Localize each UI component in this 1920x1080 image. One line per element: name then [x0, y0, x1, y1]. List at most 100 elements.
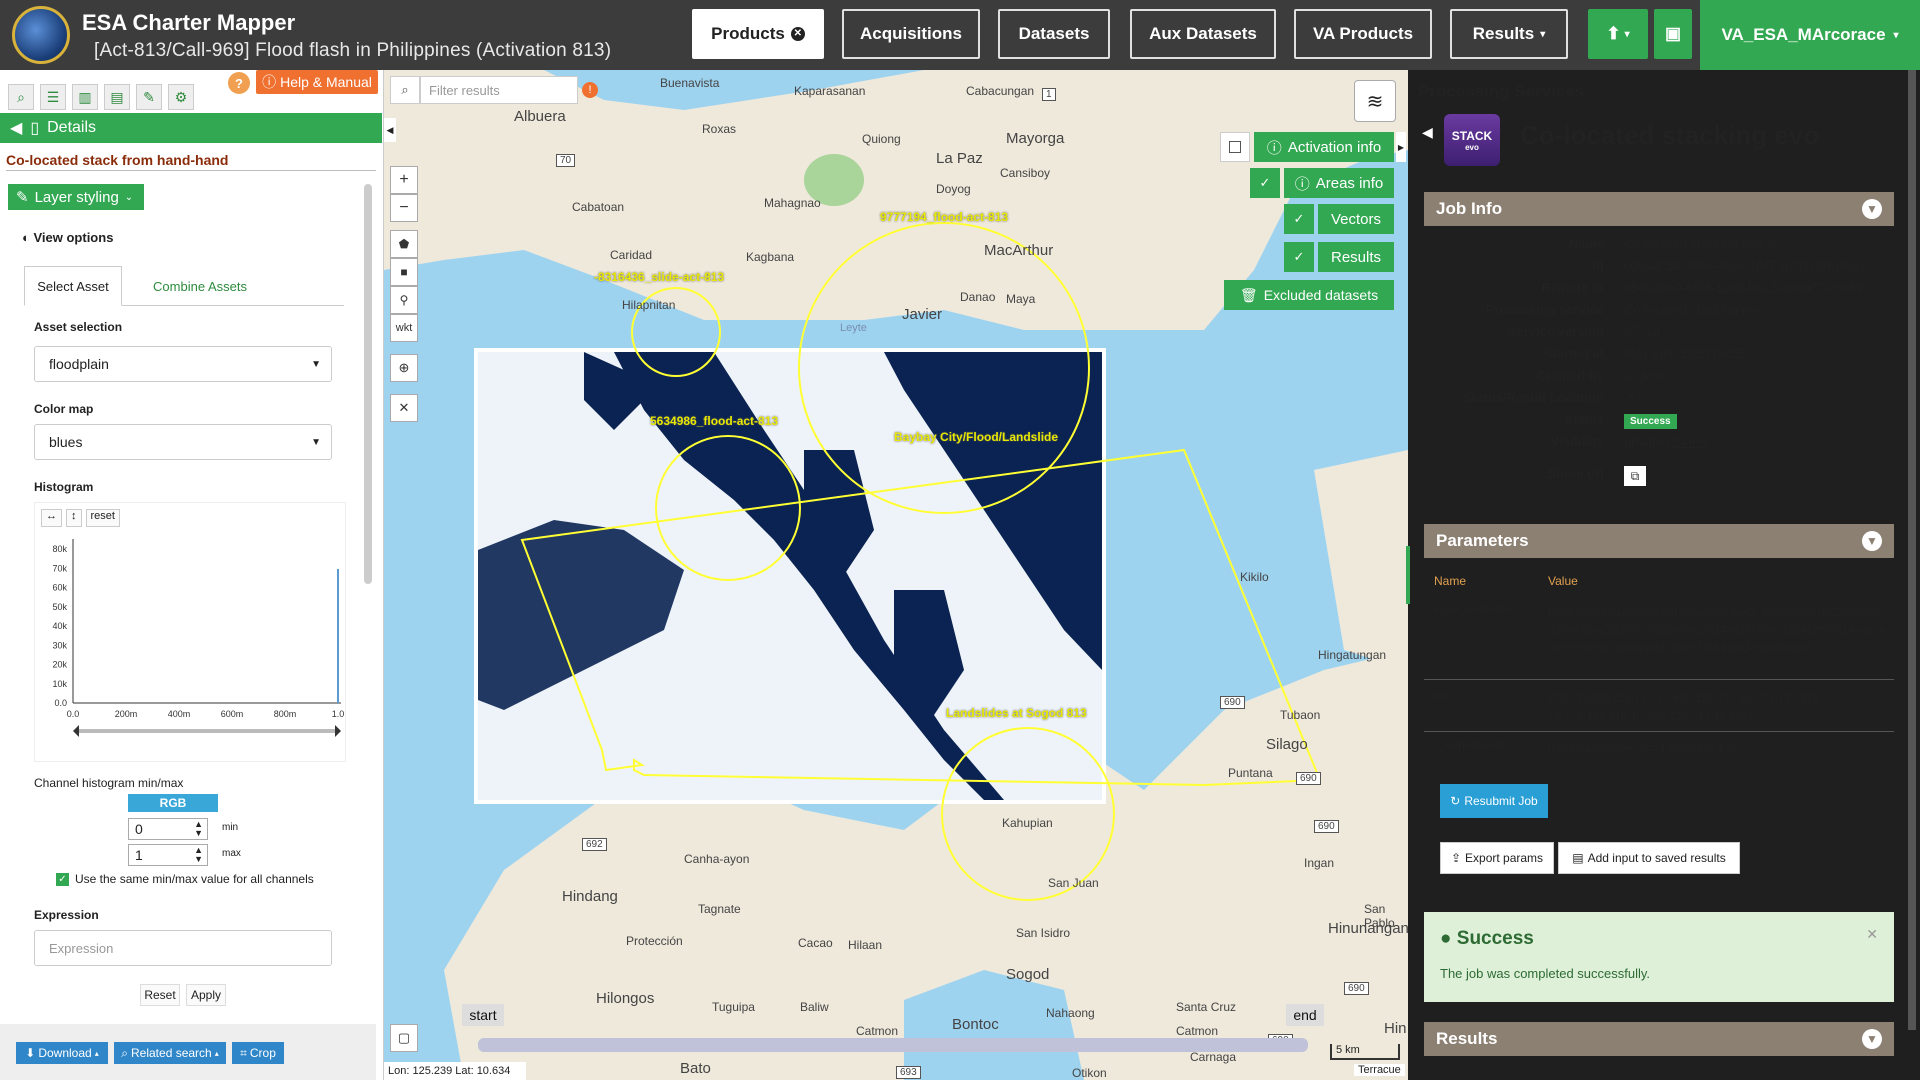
right-scrollbar[interactable]: [1908, 70, 1916, 1030]
parameters-header[interactable]: Parameters ▼: [1424, 524, 1894, 558]
tab-combine-assets[interactable]: Combine Assets: [140, 266, 260, 306]
spinner-icon[interactable]: ▲ ▼: [194, 846, 203, 864]
wkt-button[interactable]: wkt: [390, 314, 418, 342]
same-minmax-checkbox[interactable]: ✓ Use the same min/max value for all cha…: [56, 872, 314, 886]
place-label: Caridad: [610, 248, 653, 262]
export-params-button[interactable]: ⇪ Export params: [1440, 842, 1554, 874]
details-header[interactable]: ◀ ▯ Details: [0, 113, 382, 143]
place-label: Tubaon: [1280, 708, 1321, 722]
nav-products[interactable]: Products ✕: [692, 9, 824, 59]
crop-button[interactable]: ⌗ Crop: [232, 1042, 284, 1064]
areas-info-button[interactable]: ⓘ Areas info: [1284, 168, 1394, 198]
search-icon: ⌕: [121, 1045, 128, 1060]
activation-info-button[interactable]: ⓘ Activation info: [1254, 132, 1394, 162]
spinner-icon[interactable]: ▲ ▼: [194, 820, 203, 838]
param-value: POLYGON((124.717 10.492,124.717 10.775,1…: [1548, 693, 1819, 723]
activation-info-checkbox[interactable]: [1220, 132, 1250, 162]
results-layer-button[interactable]: Results: [1318, 242, 1394, 272]
histogram-tools: ↔ ↕ reset: [41, 509, 120, 527]
chevron-left-icon[interactable]: ◀: [1422, 124, 1433, 141]
archive-icon[interactable]: ▤: [104, 84, 130, 110]
fullscreen-icon[interactable]: ✕: [390, 394, 418, 422]
param-header-row: Name Value: [1434, 574, 1578, 588]
list-icon[interactable]: ☰: [40, 84, 66, 110]
external-link-icon[interactable]: ↗: [1624, 390, 1635, 406]
left-scrollbar[interactable]: [364, 184, 372, 584]
filter-results-input[interactable]: Filter results: [420, 76, 578, 104]
zoom-out-button[interactable]: −: [390, 194, 418, 222]
timeline-end: end: [1286, 1004, 1324, 1026]
marker-icon[interactable]: ⚲: [390, 286, 418, 314]
panel-edge-handle[interactable]: [1406, 546, 1410, 604]
nav-acquisitions[interactable]: Acquisitions: [842, 9, 980, 59]
stack-name: Co-located stack from hand-hand: [6, 152, 229, 168]
info-icon[interactable]: !: [582, 82, 598, 98]
rectangle-icon[interactable]: ■: [390, 258, 418, 286]
resubmit-job-button[interactable]: ↻ Resubmit Job: [1440, 784, 1548, 818]
close-icon[interactable]: ✕: [1866, 926, 1878, 943]
gear-icon[interactable]: ⚙: [168, 84, 194, 110]
place-label: Nahaong: [1046, 1006, 1095, 1020]
timeline-slider[interactable]: [478, 1038, 1308, 1052]
areas-info-checkbox[interactable]: ✓: [1250, 168, 1280, 198]
max-input[interactable]: 1 ▲ ▼: [128, 844, 208, 866]
timeline-toggle-icon[interactable]: ▢: [390, 1024, 418, 1052]
help-manual-button[interactable]: ⓘ Help & Manual: [256, 70, 378, 94]
job-key: Started at: [1544, 346, 1604, 361]
stack-service-icon: STACK evo: [1444, 114, 1500, 166]
search-icon[interactable]: ⌕: [390, 76, 420, 104]
pencil-icon[interactable]: ✎: [136, 84, 162, 110]
view-options-toggle[interactable]: ◐ View options: [22, 230, 113, 245]
vectors-checkbox[interactable]: ✓: [1284, 204, 1314, 234]
zoom-in-button[interactable]: +: [390, 166, 418, 194]
results-header[interactable]: Results ▼: [1424, 1022, 1894, 1056]
close-circle-icon[interactable]: ✕: [790, 27, 805, 41]
upload-dropdown-button[interactable]: ⬆ ▾: [1588, 9, 1648, 59]
globe-icon[interactable]: ⊕: [390, 354, 418, 382]
question-icon[interactable]: ?: [228, 72, 250, 94]
histogram-reset-button[interactable]: reset: [85, 509, 120, 527]
download-button[interactable]: ⬇ Download ▴: [16, 1042, 108, 1064]
expression-input[interactable]: Expression: [34, 930, 332, 966]
resubmit-label: Resubmit Job: [1464, 794, 1538, 808]
polygon-icon[interactable]: ⬟: [390, 230, 418, 258]
apply-button[interactable]: Apply: [186, 984, 226, 1006]
asset-selection-select[interactable]: floodplain ▼: [34, 346, 332, 382]
job-key: Remote Id: [1541, 280, 1604, 295]
results-checkbox[interactable]: ✓: [1284, 242, 1314, 272]
share-link[interactable]: share: [1671, 434, 1704, 449]
nav-datasets[interactable]: Datasets: [998, 9, 1110, 59]
vectors-button[interactable]: Vectors: [1318, 204, 1394, 234]
related-search-button[interactable]: ⌕ Related search ▴: [114, 1042, 226, 1064]
nav-aux-datasets[interactable]: Aux Datasets: [1130, 9, 1276, 59]
copy-icon[interactable]: ⧉: [1624, 466, 1646, 486]
layers-icon[interactable]: ≋: [1354, 80, 1396, 122]
user-menu[interactable]: VA_ESA_MArcorace ▾: [1700, 0, 1920, 70]
tab-select-asset[interactable]: Select Asset: [24, 266, 122, 306]
job-row-visibility: Visibility private (share): [1550, 434, 1708, 449]
add-input-button[interactable]: ▤ Add input to saved results: [1558, 842, 1740, 874]
excluded-datasets-button[interactable]: 🗑 Excluded datasets: [1224, 280, 1394, 310]
horizontal-arrows-icon[interactable]: ↔: [41, 509, 62, 527]
collapse-left-panel-icon[interactable]: ◀: [384, 118, 396, 142]
nav-va-products[interactable]: VA Products: [1294, 9, 1432, 59]
vertical-arrows-icon[interactable]: ↕: [66, 509, 82, 527]
briefcase-button[interactable]: ▣: [1654, 9, 1692, 59]
search-icon[interactable]: ⌕: [8, 84, 34, 110]
service-name: Co-located stacking evo: [1520, 120, 1820, 150]
param-row: aoi POLYGON((124.717 10.492,124.717 10.77…: [1424, 690, 1894, 732]
basket-icon[interactable]: ▥: [72, 84, 98, 110]
color-map-select[interactable]: blues ▼: [34, 424, 332, 460]
map-view[interactable]: + − ⬟ ■ ⚲ wkt ⊕ ✕ ▢ ≋ -8316436_slide-act…: [384, 70, 1408, 1080]
min-input[interactable]: 0 ▲ ▼: [128, 818, 208, 840]
reset-button[interactable]: Reset: [140, 984, 180, 1006]
job-value[interactable]: Co-located stacking evo ✎: [1624, 236, 1777, 252]
expand-right-icon[interactable]: ▶: [1396, 132, 1406, 162]
nav-results[interactable]: Results ▾: [1450, 9, 1568, 59]
layer-styling-header[interactable]: ✎ Layer styling ⌄: [8, 184, 144, 210]
job-info-header[interactable]: Job Info ▼: [1424, 192, 1894, 226]
place-label: Otikon: [1072, 1066, 1107, 1080]
caret-down-icon: ▾: [1624, 28, 1630, 40]
place-label: Cabatoan: [572, 200, 625, 214]
rgb-channel-tab[interactable]: RGB: [128, 794, 218, 812]
